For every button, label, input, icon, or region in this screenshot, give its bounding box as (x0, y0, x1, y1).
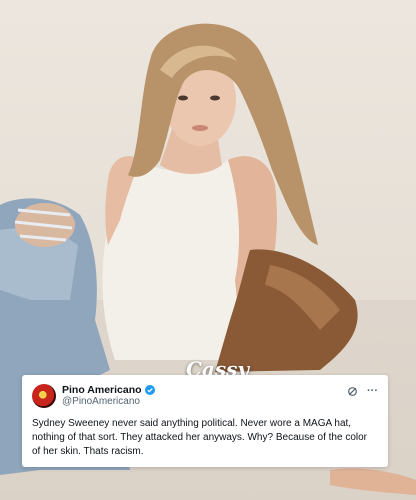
name-row: Pino Americano (62, 384, 155, 396)
author-handle[interactable]: @PinoAmericano (62, 396, 155, 408)
header-actions: ··· (347, 385, 378, 397)
verified-badge-icon (144, 385, 155, 395)
grok-icon[interactable] (347, 386, 358, 397)
tweet-card[interactable]: Pino Americano @PinoAmericano ··· Sydney… (22, 375, 388, 467)
tweet-text: Sydney Sweeney never said anything polit… (32, 418, 367, 457)
avatar[interactable] (32, 384, 56, 408)
author-info: Pino Americano @PinoAmericano (62, 384, 155, 408)
tweet-header: Pino Americano @PinoAmericano ··· (32, 383, 378, 409)
image-canvas: Cassy Pino Americano @PinoAmericano ··· … (0, 0, 416, 500)
more-options-icon[interactable]: ··· (367, 385, 378, 397)
author-display-name[interactable]: Pino Americano (62, 384, 142, 396)
